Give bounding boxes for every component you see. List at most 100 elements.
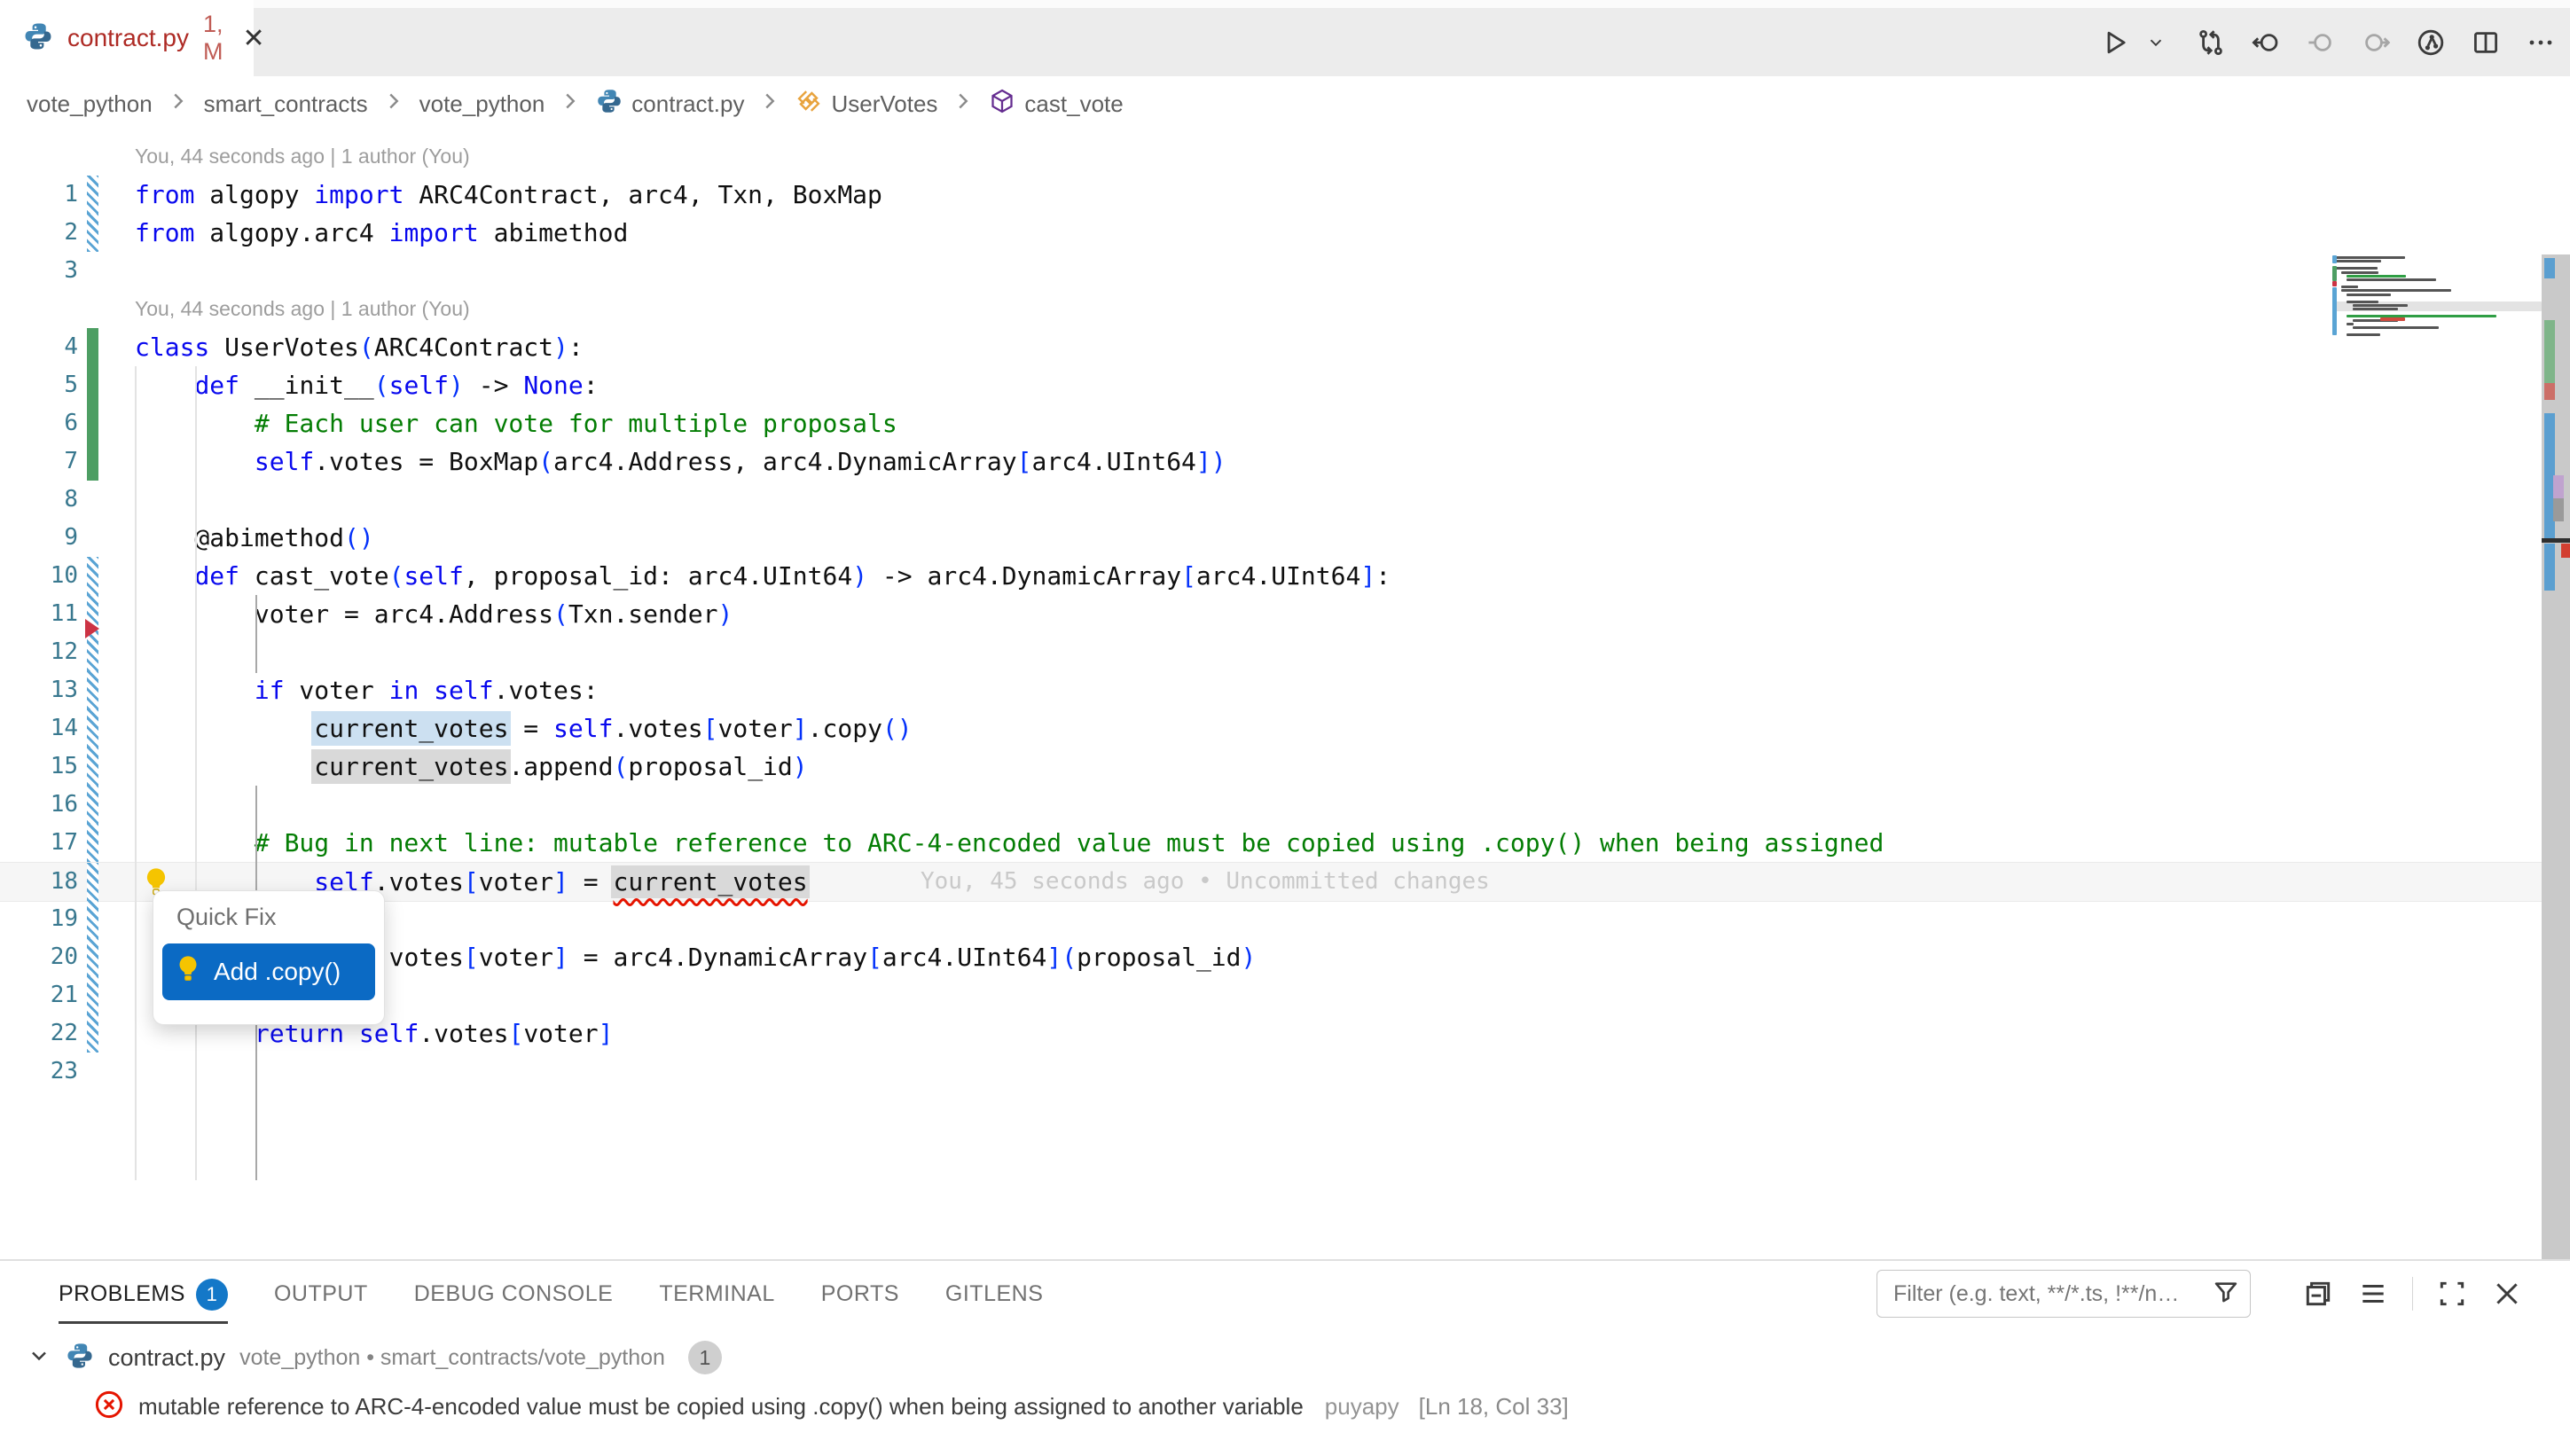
code-line-9[interactable]: 9 @abimethod(): [0, 519, 2542, 557]
code-line-2[interactable]: 2from algopy.arc4 import abimethod: [0, 214, 2542, 252]
breadcrumb-label: vote_python: [419, 90, 545, 118]
maximize-panel-icon[interactable]: [2436, 1278, 2468, 1310]
code-line-1[interactable]: 1from algopy import ARC4Contract, arc4, …: [0, 176, 2542, 214]
line-number: 3: [0, 252, 78, 290]
overview-ruler-mark: [2544, 544, 2555, 591]
line-number: 5: [0, 366, 78, 404]
breadcrumb-item-vote_python[interactable]: vote_python: [27, 90, 153, 118]
code-line-16[interactable]: 16: [0, 786, 2542, 824]
gutter-change-indicator[interactable]: [87, 557, 98, 595]
overview-ruler-mark: [2553, 475, 2564, 498]
problem-message: mutable reference to ARC-4-encoded value…: [138, 1393, 1304, 1421]
breadcrumb-item-contract.py[interactable]: contract.py: [596, 88, 744, 121]
python-file-icon: [23, 21, 53, 56]
view-as-table-icon[interactable]: [2357, 1278, 2389, 1310]
minimap-gutter-deleted: [2332, 281, 2337, 286]
minimap-line: [2341, 271, 2378, 274]
code-line-12[interactable]: 12: [0, 633, 2542, 671]
gutter-change-indicator[interactable]: [87, 366, 98, 404]
previous-change-icon[interactable]: [2306, 27, 2336, 58]
line-number: 2: [0, 214, 78, 252]
editor-actions: [2100, 8, 2556, 76]
gutter-change-indicator[interactable]: [87, 863, 98, 901]
code-line-23[interactable]: 23: [0, 1053, 2542, 1091]
gutter-change-indicator[interactable]: [87, 671, 98, 709]
minimap[interactable]: [2332, 254, 2542, 1390]
code-line-11[interactable]: 11 voter = arc4.Address(Txn.sender): [0, 595, 2542, 633]
gutter-change-indicator[interactable]: [87, 938, 98, 976]
close-tab-icon[interactable]: ✕: [242, 23, 264, 54]
code-line-6[interactable]: 6 # Each user can vote for multiple prop…: [0, 404, 2542, 442]
problem-location: [Ln 18, Col 33]: [1419, 1393, 1569, 1421]
more-actions-icon[interactable]: [2526, 27, 2556, 58]
problems-file-row[interactable]: contract.py vote_python • smart_contract…: [0, 1334, 722, 1382]
gutter-change-indicator[interactable]: [87, 404, 98, 442]
panel-tab-output[interactable]: OUTPUT: [274, 1268, 368, 1324]
code-line-8[interactable]: 8: [0, 481, 2542, 519]
scrollbar-overview-ruler[interactable]: [2542, 254, 2570, 1390]
code-line-7[interactable]: 7 self.votes = BoxMap(arc4.Address, arc4…: [0, 442, 2542, 481]
code-line-10[interactable]: 10 def cast_vote(self, proposal_id: arc4…: [0, 557, 2542, 595]
code-line-13[interactable]: 13 if voter in self.votes:: [0, 671, 2542, 709]
minimap-gutter-modified: [2332, 255, 2337, 263]
panel-tab-gitlens[interactable]: GITLENS: [945, 1268, 1043, 1324]
compare-changes-icon[interactable]: [2196, 27, 2226, 58]
breadcrumb-item-cast_vote[interactable]: cast_vote: [989, 88, 1123, 121]
gutter-change-indicator[interactable]: [87, 633, 98, 671]
gutter-change-indicator[interactable]: [87, 1014, 98, 1053]
go-back-icon[interactable]: [2251, 27, 2281, 58]
problems-filter-input[interactable]: [1892, 1280, 2213, 1308]
minimap-error-mark: [2380, 317, 2405, 321]
run-dropdown-icon[interactable]: [2141, 27, 2171, 58]
gutter-change-indicator[interactable]: [87, 824, 98, 862]
quickfix-action-add-copy[interactable]: Add .copy(): [162, 943, 375, 1000]
code-line-15[interactable]: 15 current_votes.append(proposal_id): [0, 748, 2542, 786]
gutter-change-indicator[interactable]: [87, 748, 98, 786]
gutter-change-indicator[interactable]: [87, 442, 98, 481]
code-line-5[interactable]: 5 def __init__(self) -> None:: [0, 366, 2542, 404]
breadcrumb-label: smart_contracts: [204, 90, 368, 118]
problems-filter[interactable]: [1877, 1270, 2251, 1318]
tab-contract-py[interactable]: contract.py 1, M ✕: [0, 0, 254, 76]
collapse-all-icon[interactable]: [2302, 1278, 2334, 1310]
quickfix-action-label: Add .copy(): [214, 958, 341, 986]
bottom-panel: PROBLEMS1 OUTPUT DEBUG CONSOLE TERMINAL PORT…: [0, 1259, 2570, 1456]
run-button-icon[interactable]: [2100, 27, 2130, 58]
breadcrumb-item-UserVotes[interactable]: UserVotes: [795, 88, 937, 121]
deleted-lines-marker[interactable]: [85, 619, 99, 638]
code-line-17[interactable]: 17 # Bug in next line: mutable reference…: [0, 824, 2542, 862]
problem-row[interactable]: mutable reference to ARC-4-encoded value…: [0, 1383, 1569, 1429]
code-line-3[interactable]: 3: [0, 252, 2542, 290]
code-editor[interactable]: You, 44 seconds ago | 1 author (You)1fro…: [0, 131, 2570, 1259]
minimap-line: [2353, 304, 2408, 307]
panel-tab-debug-console[interactable]: DEBUG CONSOLE: [414, 1268, 614, 1324]
problem-source: puyapy: [1325, 1393, 1399, 1421]
overview-ruler-mark: [2544, 258, 2555, 278]
breadcrumb-item-smart_contracts[interactable]: smart_contracts: [204, 90, 368, 118]
next-change-icon[interactable]: [2361, 27, 2391, 58]
gutter-change-indicator[interactable]: [87, 709, 98, 748]
code-line-4[interactable]: 4class UserVotes(ARC4Contract):: [0, 328, 2542, 366]
problems-count-badge: 1: [196, 1279, 228, 1311]
breadcrumb-item-vote_python[interactable]: vote_python: [419, 90, 545, 118]
split-editor-icon[interactable]: [2471, 27, 2501, 58]
commit-graph-icon[interactable]: [2416, 27, 2446, 58]
breadcrumb: vote_python smart_contracts vote_python con…: [0, 76, 2570, 131]
gutter-change-indicator[interactable]: [87, 976, 98, 1014]
chevron-down-icon[interactable]: [27, 1343, 51, 1373]
filter-funnel-icon: [2213, 1279, 2239, 1310]
minimap-line: [2347, 315, 2496, 317]
panel-tab-problems[interactable]: PROBLEMS1: [59, 1268, 228, 1324]
panel-tab-terminal[interactable]: TERMINAL: [659, 1268, 774, 1324]
code-line-14[interactable]: 14 current_votes = self.votes[voter].cop…: [0, 709, 2542, 748]
indent-guide: [195, 366, 197, 1180]
gutter-change-indicator[interactable]: [87, 176, 98, 214]
gutter-change-indicator[interactable]: [87, 900, 98, 938]
close-panel-icon[interactable]: [2491, 1278, 2523, 1310]
panel-tab-ports[interactable]: PORTS: [821, 1268, 899, 1324]
gutter-change-indicator[interactable]: [87, 786, 98, 824]
minimap-line: [2336, 256, 2405, 259]
panel-tab-label: TERMINAL: [659, 1281, 774, 1307]
gutter-change-indicator[interactable]: [87, 214, 98, 252]
gutter-change-indicator[interactable]: [87, 328, 98, 366]
